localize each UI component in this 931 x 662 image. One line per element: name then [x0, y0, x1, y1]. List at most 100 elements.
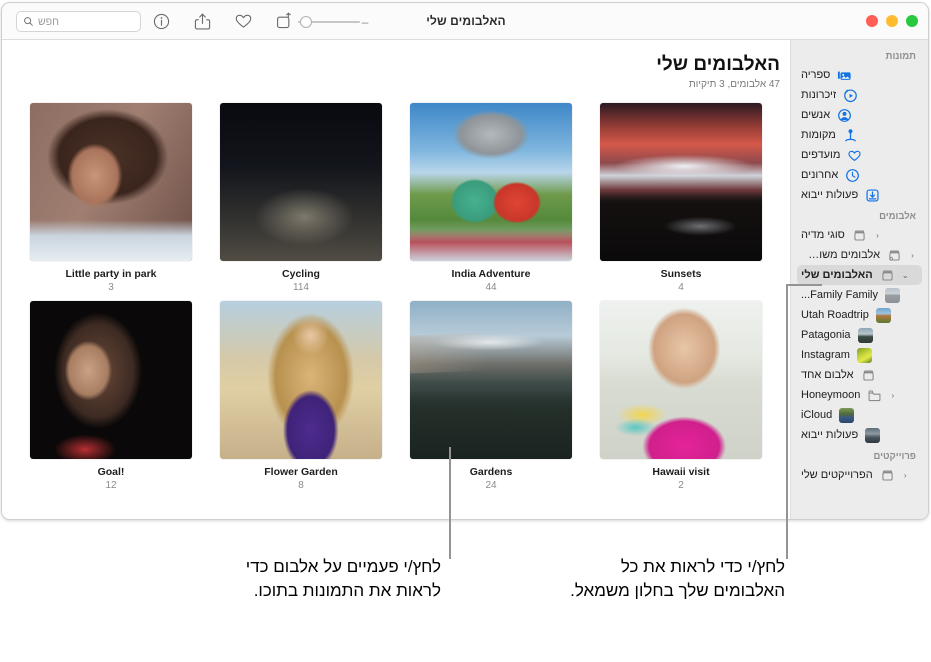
- sidebar-item-label: פעולות ייבוא: [801, 429, 859, 441]
- info-icon[interactable]: [152, 12, 171, 31]
- sidebar-item-אנשים[interactable]: אנשים: [797, 105, 922, 125]
- clock-icon: [846, 168, 860, 182]
- sidebar-item-label: אנשים: [801, 109, 831, 121]
- album-cell[interactable]: Cycling 114: [215, 102, 387, 293]
- new-album-icon[interactable]: [275, 12, 294, 31]
- album-name: Goal!: [97, 465, 125, 478]
- album-cell[interactable]: Little party in park 3: [25, 102, 197, 293]
- album-thumbnail-icon: [875, 307, 891, 323]
- thumbnail-size-slider[interactable]: + –: [296, 16, 370, 28]
- sidebar-item-ספריה[interactable]: ספריה: [797, 65, 922, 85]
- album-photo-count: 114: [293, 281, 309, 293]
- sidebar-item-label: מועדפים: [801, 149, 841, 161]
- sidebar-item-label: Instagram: [801, 349, 850, 361]
- search-placeholder: חפש: [38, 15, 59, 28]
- sidebar-section-header: פרוייקטים: [873, 451, 916, 462]
- chevron-icon[interactable]: ‹: [874, 231, 881, 240]
- album-photo-count: 44: [485, 281, 497, 293]
- sidebar-item-honeymoon[interactable]: ‹ Honeymoon: [797, 385, 922, 405]
- album-name: Cycling: [282, 267, 320, 280]
- album-thumbnail-icon: [856, 347, 872, 363]
- screenshot-root: האלבומים שלי חפש – תמונות ספריה זיכרונות…: [0, 0, 931, 662]
- callout-sidebar-albums: לחץ/י כדי לראות את כל האלבומים שלך בחלון…: [570, 557, 785, 601]
- album-thumbnail[interactable]: [410, 102, 572, 261]
- album-icon: [882, 270, 893, 281]
- sidebar-item-label: פעולות ייבוא: [801, 189, 859, 201]
- sidebar-item-utah-roadtrip[interactable]: Utah Roadtrip: [797, 305, 922, 325]
- album-cell[interactable]: India Adventure 44: [405, 102, 577, 293]
- people-icon: [838, 108, 852, 122]
- sidebar-item-פעולות-ייבוא[interactable]: פעולות ייבוא: [797, 185, 922, 205]
- sidebar-item-label: זיכרונות: [801, 89, 837, 101]
- sidebar-item-סוגי-מדיה[interactable]: ‹ סוגי מדיה: [797, 225, 922, 245]
- sidebar-item-label: אלבומים משותפים: [801, 249, 880, 261]
- album-cell[interactable]: Flower Garden 8: [215, 300, 387, 491]
- content-area: האלבומים שלי 47 אלבומים, 3 תיקיות Little…: [2, 40, 790, 519]
- sidebar-item-זיכרונות[interactable]: זיכרונות: [797, 85, 922, 105]
- album-thumbnail[interactable]: [30, 300, 192, 459]
- album-name: India Adventure: [451, 267, 531, 280]
- slider-track[interactable]: [300, 16, 360, 28]
- album-icon: [862, 370, 874, 381]
- import-icon: [866, 188, 879, 202]
- leader-line-album: [449, 447, 451, 559]
- sidebar-item-icloud[interactable]: iCloud: [797, 405, 922, 425]
- sidebar-item-אלבומים-משותפים[interactable]: ‹ אלבומים משותפים: [797, 245, 922, 265]
- album-thumbnail-icon: [857, 327, 873, 343]
- page-subtitle: 47 אלבומים, 3 תיקיות: [688, 78, 780, 90]
- album-photo-count: 3: [108, 281, 114, 293]
- memories-icon: [844, 88, 858, 102]
- sidebar-item-אלבום-אחד[interactable]: אלבום אחד: [797, 365, 922, 385]
- album-name: Sunsets: [660, 267, 702, 280]
- heart-icon: [848, 150, 862, 161]
- sidebar-item-האלבומים-שלי[interactable]: ⌄ האלבומים שלי: [797, 265, 922, 285]
- album-thumbnail[interactable]: [220, 300, 382, 459]
- album-photo-count: 2: [678, 479, 684, 491]
- album-thumbnail-icon: [885, 287, 901, 303]
- sidebar-item-מקומות[interactable]: מקומות: [797, 125, 922, 145]
- sidebar-item-אחרונים[interactable]: אחרונים: [797, 165, 922, 185]
- slider-knob[interactable]: [300, 16, 312, 28]
- sidebar-item-מועדפים[interactable]: מועדפים: [797, 145, 922, 165]
- sidebar-item-הפרוייקטים-שלי[interactable]: ‹ הפרוייקטים שלי: [797, 465, 922, 485]
- sidebar-item-family-family-[interactable]: Family Family...: [797, 285, 922, 305]
- photos-window: האלבומים שלי חפש – תמונות ספריה זיכרונות…: [1, 2, 929, 520]
- album-cell[interactable]: Goal! 12: [25, 300, 197, 491]
- share-icon[interactable]: [193, 12, 212, 31]
- minimize-window-button[interactable]: [886, 15, 898, 27]
- sidebar-item-label: האלבומים שלי: [801, 269, 873, 281]
- search-icon: [24, 17, 33, 26]
- sidebar-item-label: סוגי מדיה: [801, 229, 845, 241]
- sidebar-section-header: אלבומים: [879, 211, 916, 222]
- chevron-icon[interactable]: ‹: [889, 391, 896, 400]
- album-thumbnail[interactable]: [600, 300, 762, 459]
- album-name: Little party in park: [65, 267, 157, 280]
- album-icon: [882, 470, 893, 481]
- sidebar-item-פעולות-ייבוא[interactable]: פעולות ייבוא: [797, 425, 922, 445]
- album-thumbnail[interactable]: [600, 102, 762, 261]
- album-thumbnail[interactable]: [410, 300, 572, 459]
- chevron-icon[interactable]: ‹: [902, 471, 909, 480]
- shared-album-icon: [889, 250, 900, 261]
- favorite-heart-icon[interactable]: [234, 12, 253, 31]
- album-name: Gardens: [469, 465, 513, 478]
- album-name: Flower Garden: [264, 465, 338, 478]
- sidebar-item-label: אחרונים: [801, 169, 839, 181]
- library-icon: [838, 70, 851, 80]
- chevron-icon[interactable]: ‹: [909, 251, 916, 260]
- album-grid: Little party in park 3 Cycling 114 India…: [2, 102, 790, 491]
- album-cell[interactable]: Sunsets 4: [595, 102, 767, 293]
- album-cell[interactable]: Hawaii visit 2: [595, 300, 767, 491]
- sidebar-item-patagonia[interactable]: Patagonia: [797, 325, 922, 345]
- sidebar-item-label: Family Family...: [801, 289, 879, 301]
- close-window-button[interactable]: [866, 15, 878, 27]
- chevron-icon[interactable]: ⌄: [902, 271, 909, 280]
- album-thumbnail[interactable]: [220, 102, 382, 261]
- album-thumbnail[interactable]: [30, 102, 192, 261]
- sidebar[interactable]: תמונות ספריה זיכרונות אנשים מקומות מועדפ…: [790, 40, 928, 519]
- album-cell[interactable]: Gardens 24: [405, 300, 577, 491]
- search-input[interactable]: חפש: [16, 11, 141, 32]
- album-photo-count: 4: [678, 281, 684, 293]
- zoom-window-button[interactable]: [906, 15, 918, 27]
- sidebar-item-instagram[interactable]: Instagram: [797, 345, 922, 365]
